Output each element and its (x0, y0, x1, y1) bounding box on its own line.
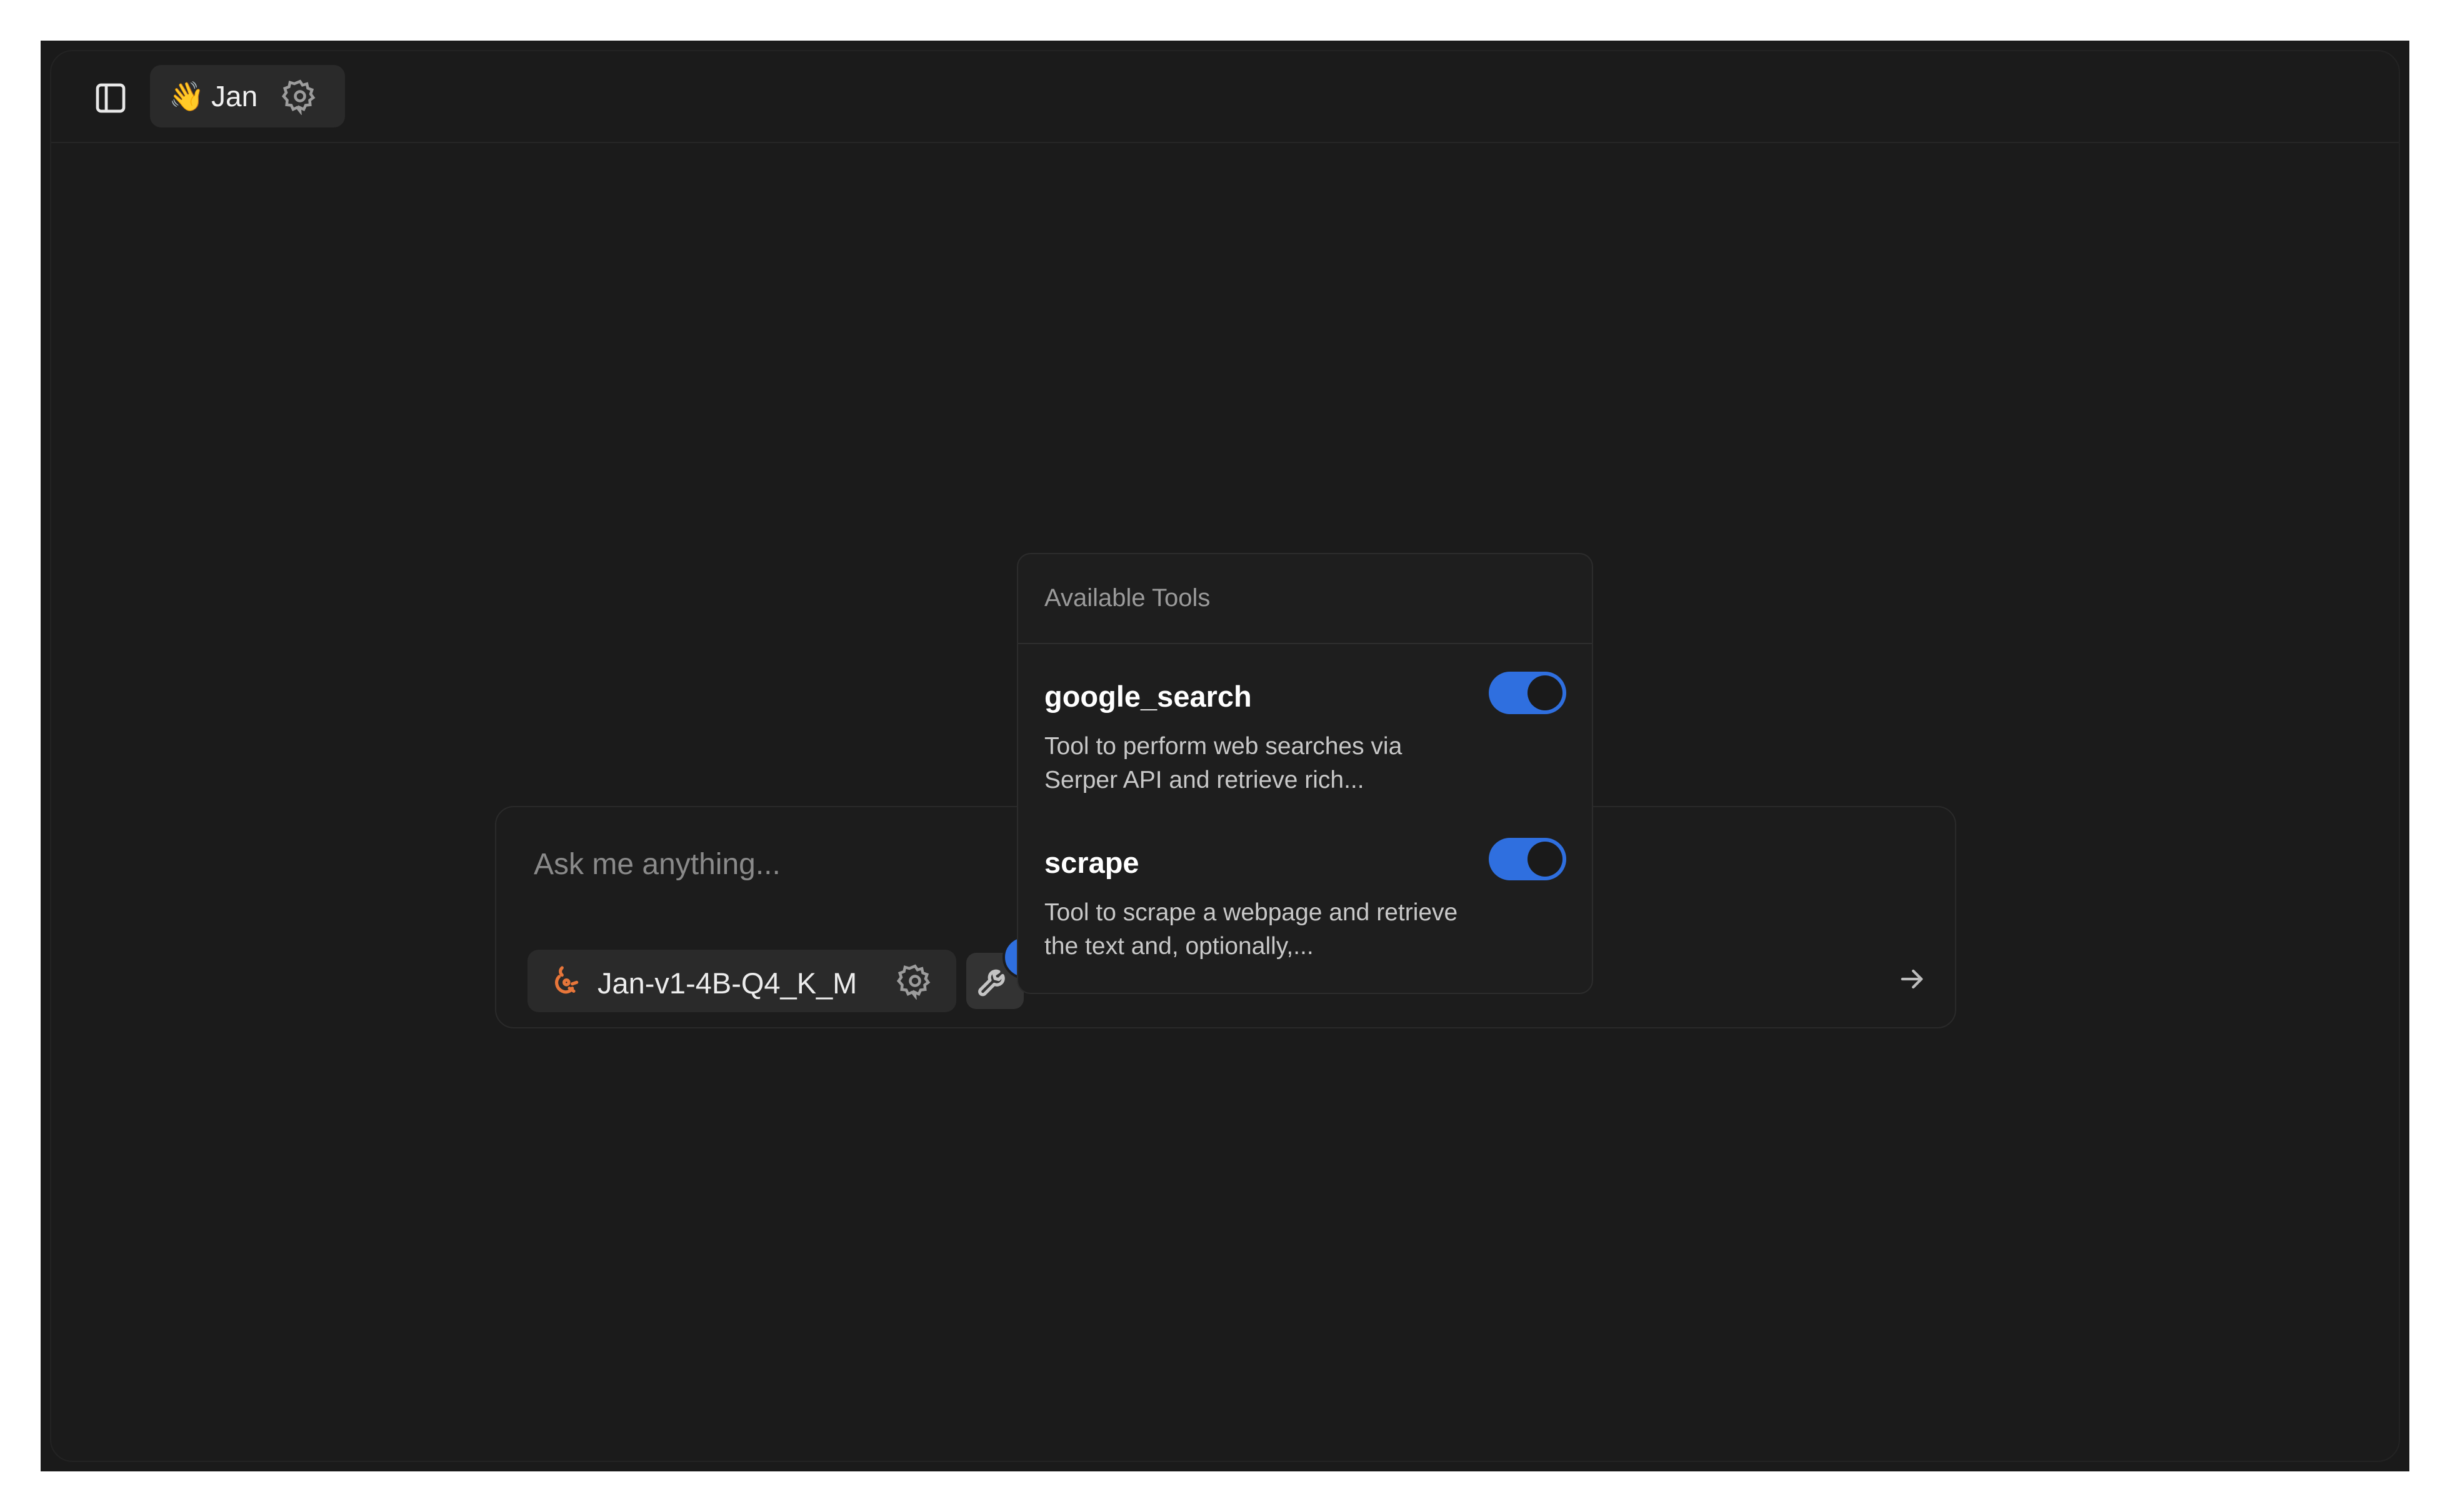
assistant-name: Jan (211, 80, 258, 112)
assistant-selector[interactable]: 👋 Jan (150, 65, 345, 127)
model-selector[interactable]: Jan-v1-4B-Q4_K_M (528, 950, 956, 1012)
gear-icon[interactable] (281, 77, 319, 115)
model-name: Jan-v1-4B-Q4_K_M (598, 967, 858, 1000)
toggle-knob (1528, 842, 1562, 877)
waving-hand-icon: 👋 (169, 80, 205, 112)
google-search-toggle[interactable] (1489, 672, 1566, 714)
top-bar: 👋 Jan (51, 51, 2399, 143)
available-tools-popover: Available Tools google_search Tool to pe… (1017, 553, 1593, 994)
toggle-knob (1528, 675, 1562, 710)
model-provider-icon (555, 966, 579, 994)
divider (1018, 643, 1592, 644)
sidebar-toggle-icon (96, 83, 126, 113)
gear-icon[interactable] (896, 962, 934, 1000)
main-panel: 👋 Jan Jan-v1-4B-Q4_K_M (50, 50, 2400, 1462)
sidebar-toggle-button[interactable] (92, 79, 129, 117)
send-button[interactable] (1890, 957, 1934, 1001)
tool-description: Tool to scrape a webpage and retrieve th… (1044, 899, 1458, 960)
app-window: 👋 Jan Jan-v1-4B-Q4_K_M (41, 41, 2409, 1471)
tool-description: Tool to perform web searches via Serper … (1044, 733, 1402, 793)
arrow-right-icon (1901, 969, 1923, 989)
scrape-toggle[interactable] (1489, 838, 1566, 880)
popover-title: Available Tools (1044, 584, 1211, 612)
